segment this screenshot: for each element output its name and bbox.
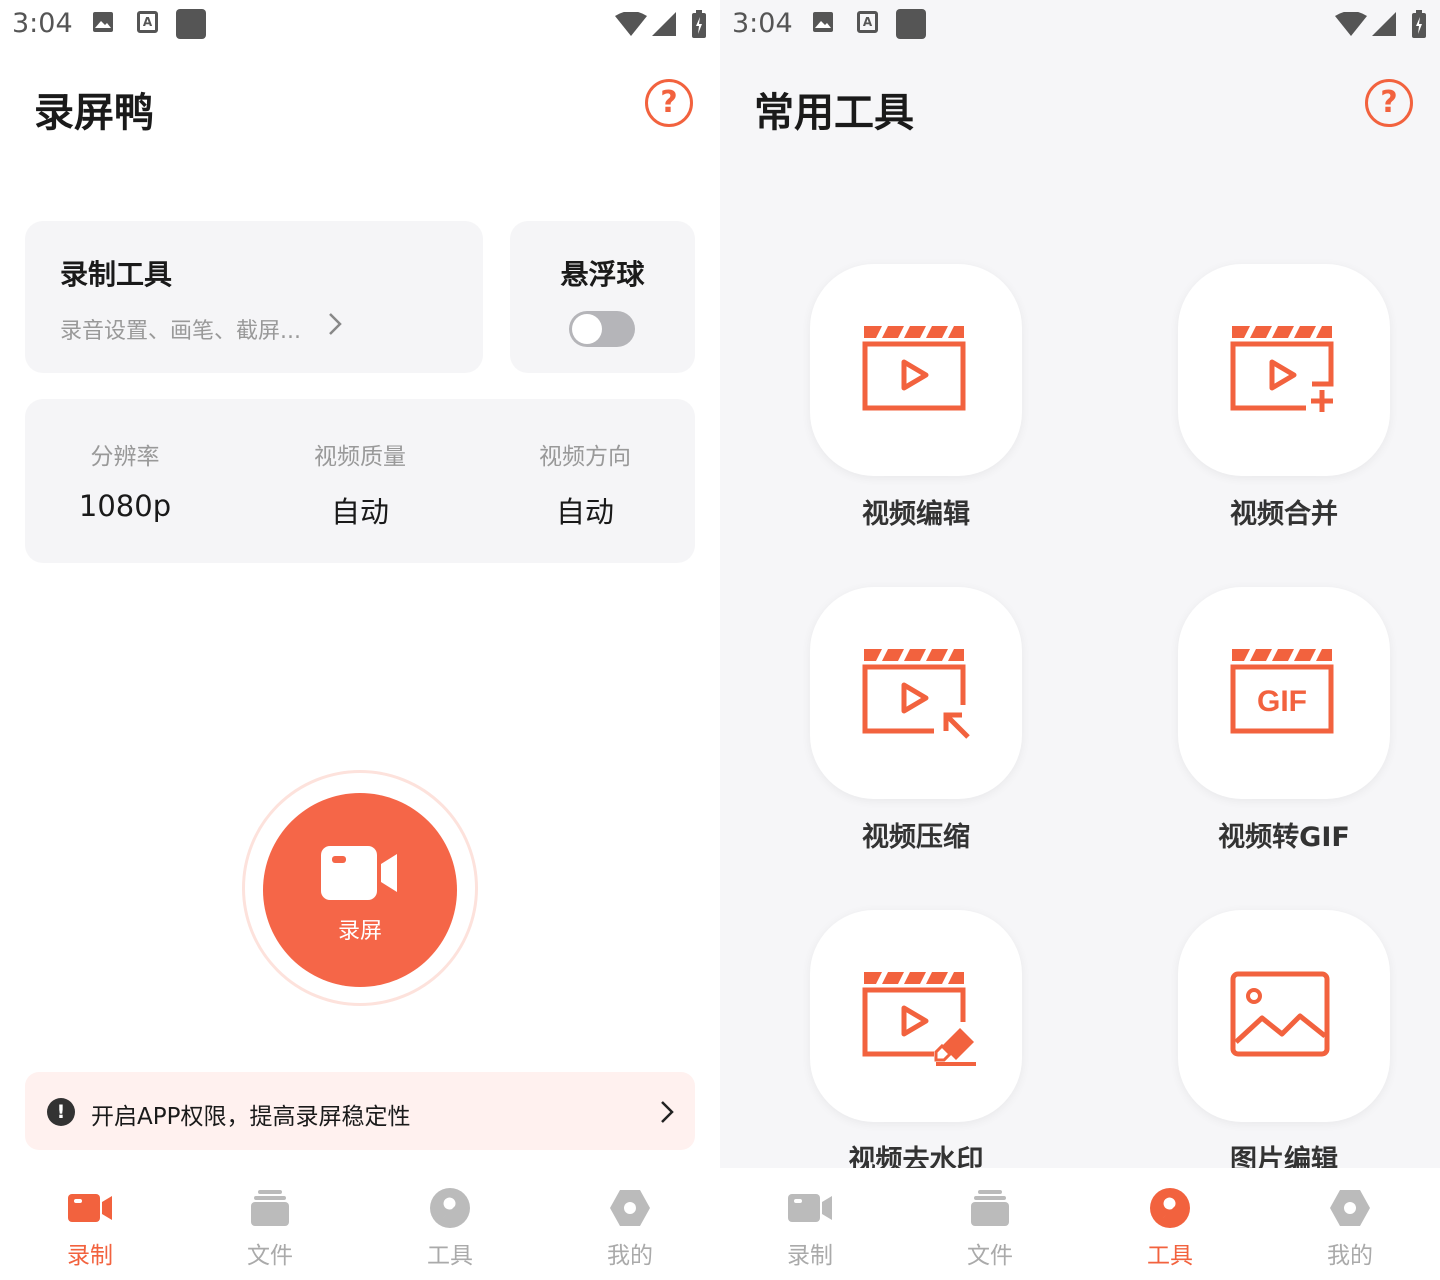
status-bar: 3:04 A: [0, 0, 720, 50]
float-ball-card: 悬浮球: [510, 221, 695, 373]
page-title: 常用工具: [754, 90, 914, 136]
nav-label-files: 文件: [247, 1243, 293, 1269]
nav-label-record: 录制: [787, 1243, 833, 1269]
tool-tile: GIF: [1178, 587, 1390, 799]
tools-screen: 3:04 A 常用工具 ? 视频编辑 视频合并 视频压缩 GIF 视频转GIF …: [720, 0, 1440, 1280]
chevron-right-icon: [661, 1101, 674, 1123]
tool-video-remove-watermark[interactable]: 视频去水印: [766, 910, 1066, 1210]
permission-banner-text: 开启APP权限，提高录屏稳定性: [91, 1104, 411, 1130]
profile-icon: [610, 1190, 650, 1226]
video-orientation-label: 视频方向: [539, 444, 631, 470]
recording-tools-subtitle: 录音设置、画笔、截屏...: [60, 319, 301, 344]
gif-badge-text: GIF: [1257, 685, 1307, 718]
video-merge-icon: [1230, 326, 1334, 412]
bottom-navigation: 录制 文件 工具 我的: [720, 1168, 1440, 1280]
nav-item-files[interactable]: 文件: [180, 1168, 360, 1280]
permission-banner[interactable]: ! 开启APP权限，提高录屏稳定性: [25, 1072, 695, 1150]
float-ball-toggle[interactable]: [569, 311, 635, 347]
video-settings-card: 分辨率 1080p 视频质量 自动 视频方向 自动: [25, 399, 695, 563]
nav-label-profile: 我的: [607, 1243, 653, 1269]
app-title: 录屏鸭: [34, 90, 154, 136]
status-bar: 3:04 A: [720, 0, 1440, 50]
folder-icon: [251, 1190, 289, 1226]
battery-charging-icon: [692, 10, 706, 38]
nav-label-record: 录制: [67, 1243, 113, 1269]
tool-tile: [810, 587, 1022, 799]
resolution-setting[interactable]: 分辨率 1080p: [25, 399, 225, 563]
record-button[interactable]: 录屏: [263, 793, 457, 987]
nav-item-tools[interactable]: 工具: [360, 1168, 540, 1280]
bottom-navigation: 录制 文件 工具 我的: [0, 1168, 720, 1280]
resolution-label: 分辨率: [90, 444, 160, 470]
help-button[interactable]: ?: [1365, 79, 1413, 127]
tool-label: 视频合并: [1230, 499, 1338, 530]
video-orientation-value: 自动: [555, 495, 614, 529]
float-ball-title: 悬浮球: [560, 258, 645, 291]
profile-icon: [1330, 1190, 1370, 1226]
video-compress-icon: [862, 649, 970, 739]
tool-label: 视频压缩: [862, 822, 970, 853]
wrench-icon: [1150, 1188, 1190, 1228]
status-time: 3:04: [732, 8, 793, 39]
recording-tools-title: 录制工具: [60, 258, 173, 291]
video-to-gif-icon: GIF: [1230, 649, 1334, 734]
battery-charging-icon: [1412, 10, 1426, 38]
wrench-icon: [430, 1188, 470, 1228]
a-notification-icon: A: [857, 11, 878, 33]
toggle-knob: [572, 314, 602, 344]
tool-label: 视频编辑: [862, 499, 970, 530]
tool-tile: [1178, 910, 1390, 1122]
video-remove-watermark-icon: [862, 972, 976, 1066]
chevron-right-icon: [329, 313, 342, 335]
folder-icon: [971, 1190, 1009, 1226]
image-edit-icon: [1230, 971, 1330, 1057]
nav-item-record[interactable]: 录制: [720, 1168, 900, 1280]
tool-tile: [810, 264, 1022, 476]
wifi-icon: [1335, 12, 1367, 36]
video-camera-icon: [321, 846, 397, 900]
camera-icon: [68, 1194, 112, 1222]
camera-icon: [788, 1194, 832, 1222]
tool-video-compress[interactable]: 视频压缩: [766, 587, 1066, 887]
nav-label-tools: 工具: [1147, 1243, 1193, 1269]
tool-video-merge[interactable]: 视频合并: [1134, 264, 1434, 564]
video-edit-icon: [862, 326, 966, 411]
recording-tools-card[interactable]: 录制工具 录音设置、画笔、截屏...: [25, 221, 483, 373]
status-time: 3:04: [12, 8, 73, 39]
resolution-value: 1080p: [78, 489, 172, 523]
nav-item-tools[interactable]: 工具: [1080, 1168, 1260, 1280]
tool-video-to-gif[interactable]: GIF 视频转GIF: [1134, 587, 1434, 887]
video-quality-label: 视频质量: [314, 444, 406, 470]
cellular-signal-icon: [652, 12, 676, 36]
nav-item-profile[interactable]: 我的: [540, 1168, 720, 1280]
record-button-label: 录屏: [337, 919, 382, 944]
nav-label-profile: 我的: [1327, 1243, 1373, 1269]
image-notification-icon: [813, 12, 833, 32]
nav-label-files: 文件: [967, 1243, 1013, 1269]
nav-item-profile[interactable]: 我的: [1260, 1168, 1440, 1280]
tool-tile: [1178, 264, 1390, 476]
cellular-signal-icon: [1372, 12, 1396, 36]
app-notification-icon: [176, 9, 206, 39]
video-quality-setting[interactable]: 视频质量 自动: [260, 399, 460, 563]
video-orientation-setting[interactable]: 视频方向 自动: [485, 399, 685, 563]
warning-icon: !: [47, 1098, 75, 1126]
wifi-icon: [615, 12, 647, 36]
app-notification-icon: [896, 9, 926, 39]
image-notification-icon: [93, 12, 113, 32]
tool-tile: [810, 910, 1022, 1122]
nav-label-tools: 工具: [427, 1243, 473, 1269]
record-screen: 3:04 A 录屏鸭 ? 录制工具 录音设置、画笔、截屏... 悬浮球 分辨率 …: [0, 0, 720, 1280]
nav-item-files[interactable]: 文件: [900, 1168, 1080, 1280]
tool-label: 视频转GIF: [1218, 822, 1350, 853]
nav-item-record[interactable]: 录制: [0, 1168, 180, 1280]
tool-video-edit[interactable]: 视频编辑: [766, 264, 1066, 564]
a-notification-icon: A: [137, 11, 158, 33]
help-button[interactable]: ?: [645, 79, 693, 127]
video-quality-value: 自动: [330, 495, 389, 529]
tool-image-edit[interactable]: 图片编辑: [1134, 910, 1434, 1210]
